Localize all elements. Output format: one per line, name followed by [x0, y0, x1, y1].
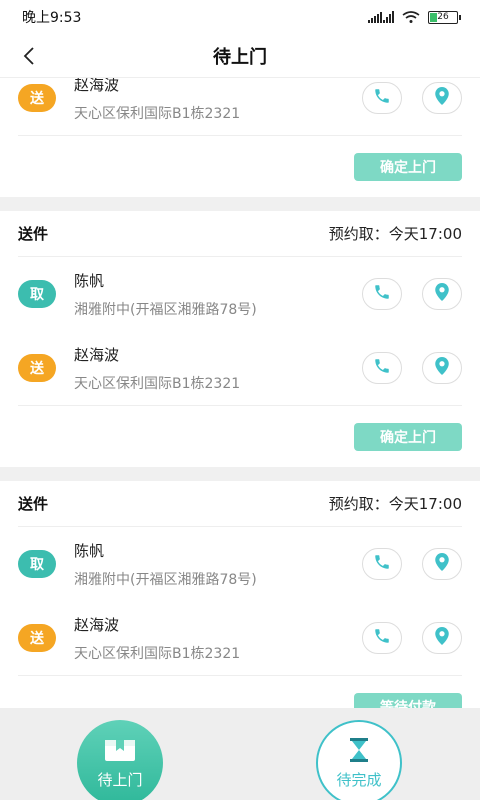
card-footer: 确定上门	[18, 135, 462, 197]
location-button[interactable]	[422, 548, 462, 580]
pick-badge: 取	[18, 280, 56, 308]
wifi-icon	[402, 11, 420, 23]
contact-address: 湘雅附中(开福区湘雅路78号)	[74, 301, 257, 318]
phone-icon	[373, 357, 391, 379]
order-type: 送件	[18, 225, 49, 243]
location-pin-icon	[433, 356, 451, 380]
card-footer: 确定上门	[18, 405, 462, 467]
battery-level: 26	[437, 12, 449, 22]
signal-icon	[368, 11, 394, 23]
order-action-button[interactable]: 确定上门	[354, 152, 462, 181]
page-title: 待上门	[213, 46, 267, 68]
order-type: 送件	[18, 495, 49, 513]
stop-row-send: 送赵海波天心区保利国际B1栋2321	[18, 601, 462, 675]
send-badge: 送	[18, 354, 56, 382]
stop-info: 陈帆湘雅附中(开福区湘雅路78号)	[74, 540, 342, 589]
contact-name: 赵海波	[74, 78, 120, 94]
call-button[interactable]	[362, 278, 402, 310]
call-button[interactable]	[362, 548, 402, 580]
order-card: 送件 预约取：今天17:00 取陈帆 湘雅附中(开福区湘雅路78号) 送赵海波 天心区保利…	[0, 211, 480, 467]
contact-name: 陈帆	[74, 541, 105, 560]
stop-info: 赵海波天心区保利国际B1栋2321	[74, 78, 342, 123]
location-button[interactable]	[422, 278, 462, 310]
order-list[interactable]: 送赵海波 天心区保利国际B1栋2321 确定上门 送件 预约取：今天17:00 取陈帆 湘雅…	[0, 78, 480, 708]
stop-row-send: 送赵海波天心区保利国际B1栋2321	[18, 331, 462, 405]
location-button[interactable]	[422, 622, 462, 654]
call-button[interactable]	[362, 82, 402, 114]
call-button[interactable]	[362, 352, 402, 384]
tab-pending-visit[interactable]: 待上门	[77, 720, 163, 800]
location-button[interactable]	[422, 82, 462, 114]
tab-bar: 待上门 待完成	[0, 708, 480, 800]
pickup-time: 预约取：今天17:00	[328, 495, 462, 513]
send-badge: 送	[18, 624, 56, 652]
location-pin-icon	[433, 86, 451, 110]
stop-row-send: 送赵海波 天心区保利国际B1栋2321	[18, 78, 462, 135]
order-action-button[interactable]: 确定上门	[354, 422, 462, 451]
call-button[interactable]	[362, 622, 402, 654]
tab-pending-complete[interactable]: 待完成	[316, 720, 402, 800]
battery-icon: 26	[428, 10, 461, 24]
stop-row-pick: 取陈帆湘雅附中(开福区湘雅路78号)	[18, 527, 462, 601]
parcel-icon	[105, 739, 135, 761]
contact-address: 天心区保利国际B1栋2321	[74, 645, 241, 662]
order-action-button[interactable]: 等待付款	[354, 692, 462, 708]
nav-bar: 待上门	[0, 34, 480, 78]
order-card: 送赵海波 天心区保利国际B1栋2321 确定上门	[0, 78, 480, 197]
phone-icon	[373, 553, 391, 575]
location-button[interactable]	[422, 352, 462, 384]
tab-label: 待完成	[336, 770, 382, 789]
location-pin-icon	[433, 282, 451, 306]
contact-address: 天心区保利国际B1栋2321	[74, 105, 241, 122]
contact-name: 赵海波	[74, 615, 120, 634]
order-card: 送件 预约取：今天17:00 取陈帆 湘雅附中(开福区湘雅路78号) 送赵海波 天心区保利…	[0, 481, 480, 708]
card-footer: 等待付款	[18, 675, 462, 708]
send-badge: 送	[18, 84, 56, 112]
phone-icon	[373, 627, 391, 649]
status-bar: 晚上9:53 26	[0, 0, 480, 34]
contact-name: 陈帆	[74, 271, 105, 290]
phone-icon	[373, 87, 391, 109]
stop-info: 赵海波天心区保利国际B1栋2321	[74, 614, 342, 663]
location-pin-icon	[433, 626, 451, 650]
chevron-left-icon	[23, 47, 34, 65]
pick-badge: 取	[18, 550, 56, 578]
contact-name: 赵海波	[74, 345, 120, 364]
contact-address: 天心区保利国际B1栋2321	[74, 375, 241, 392]
stop-info: 陈帆湘雅附中(开福区湘雅路78号)	[74, 270, 342, 319]
status-time: 晚上9:53	[22, 10, 82, 26]
tab-label: 待上门	[97, 770, 143, 789]
card-header: 送件 预约取：今天17:00	[18, 211, 462, 257]
back-button[interactable]	[14, 40, 44, 72]
stop-row-pick: 取陈帆湘雅附中(开福区湘雅路78号)	[18, 257, 462, 331]
location-pin-icon	[433, 552, 451, 576]
phone-icon	[373, 283, 391, 305]
hourglass-icon	[350, 737, 368, 762]
card-header: 送件 预约取：今天17:00	[18, 481, 462, 527]
status-icons: 26	[368, 10, 461, 24]
stop-info: 赵海波天心区保利国际B1栋2321	[74, 344, 342, 393]
contact-address: 湘雅附中(开福区湘雅路78号)	[74, 571, 257, 588]
pickup-time: 预约取：今天17:00	[328, 225, 462, 243]
